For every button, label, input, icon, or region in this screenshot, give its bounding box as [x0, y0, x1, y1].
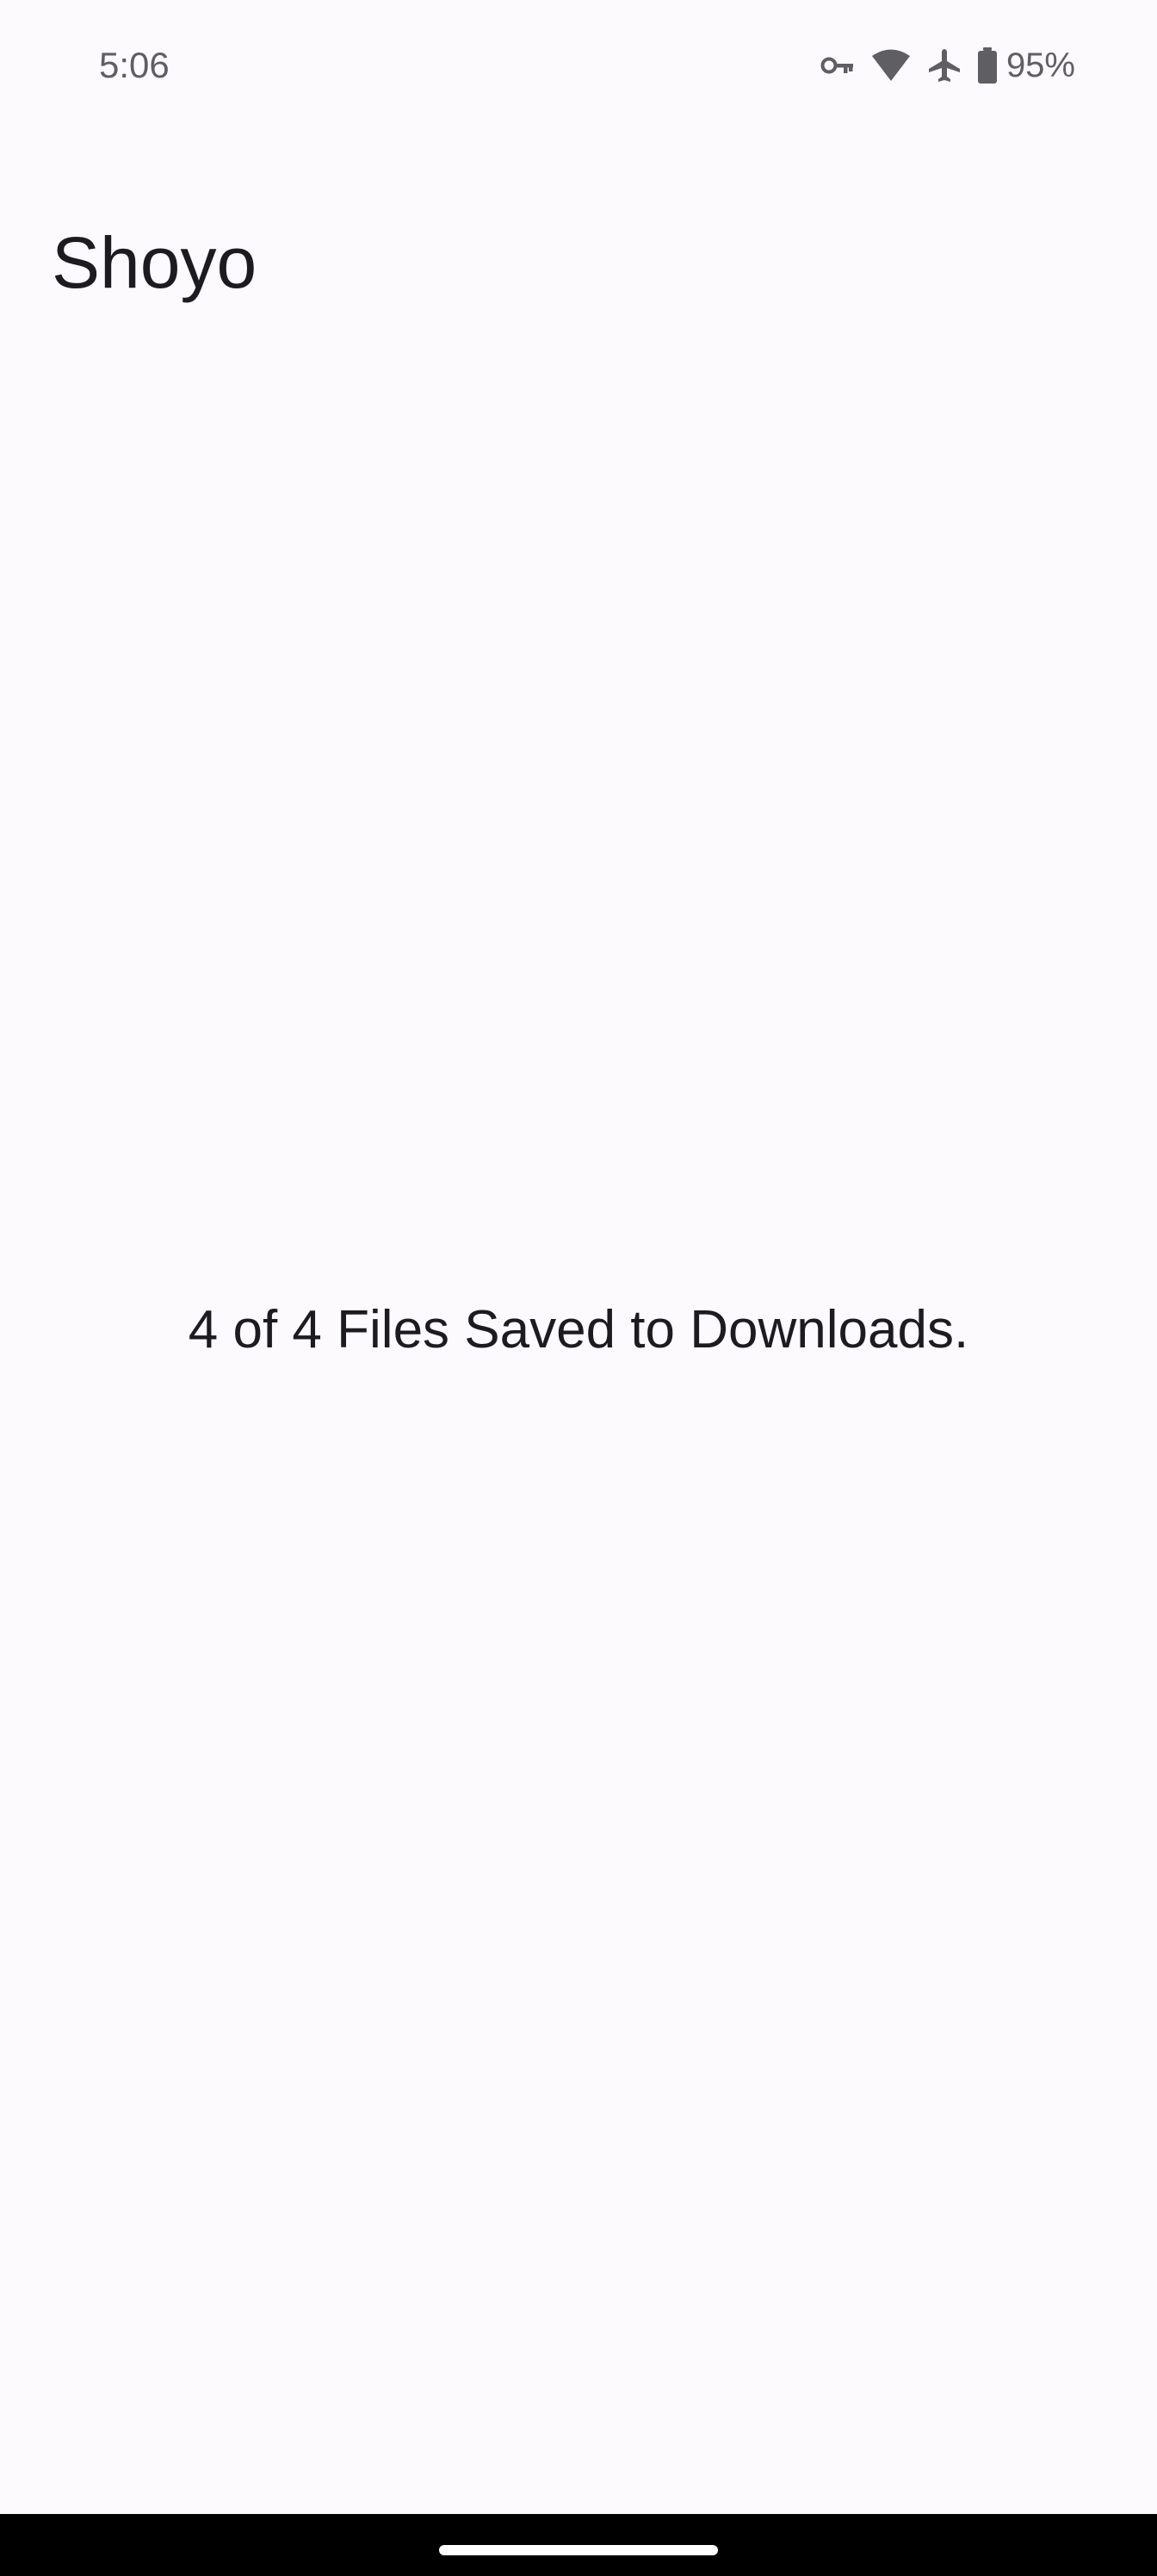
- navigation-bar: [0, 2514, 1157, 2576]
- wifi-icon: [870, 48, 912, 83]
- status-bar: 5:06 95%: [0, 0, 1157, 129]
- home-gesture-handle[interactable]: [439, 2545, 718, 2555]
- vpn-key-icon: [820, 55, 855, 76]
- battery-percentage: 95%: [1005, 46, 1075, 84]
- airplane-mode-icon: [927, 47, 962, 84]
- save-status-message: 4 of 4 Files Saved to Downloads.: [188, 1300, 969, 1359]
- battery-icon: [977, 47, 998, 84]
- app-title: Shoyo: [52, 222, 257, 303]
- status-time: 5:06: [99, 45, 170, 85]
- status-icons: 95%: [820, 40, 1075, 91]
